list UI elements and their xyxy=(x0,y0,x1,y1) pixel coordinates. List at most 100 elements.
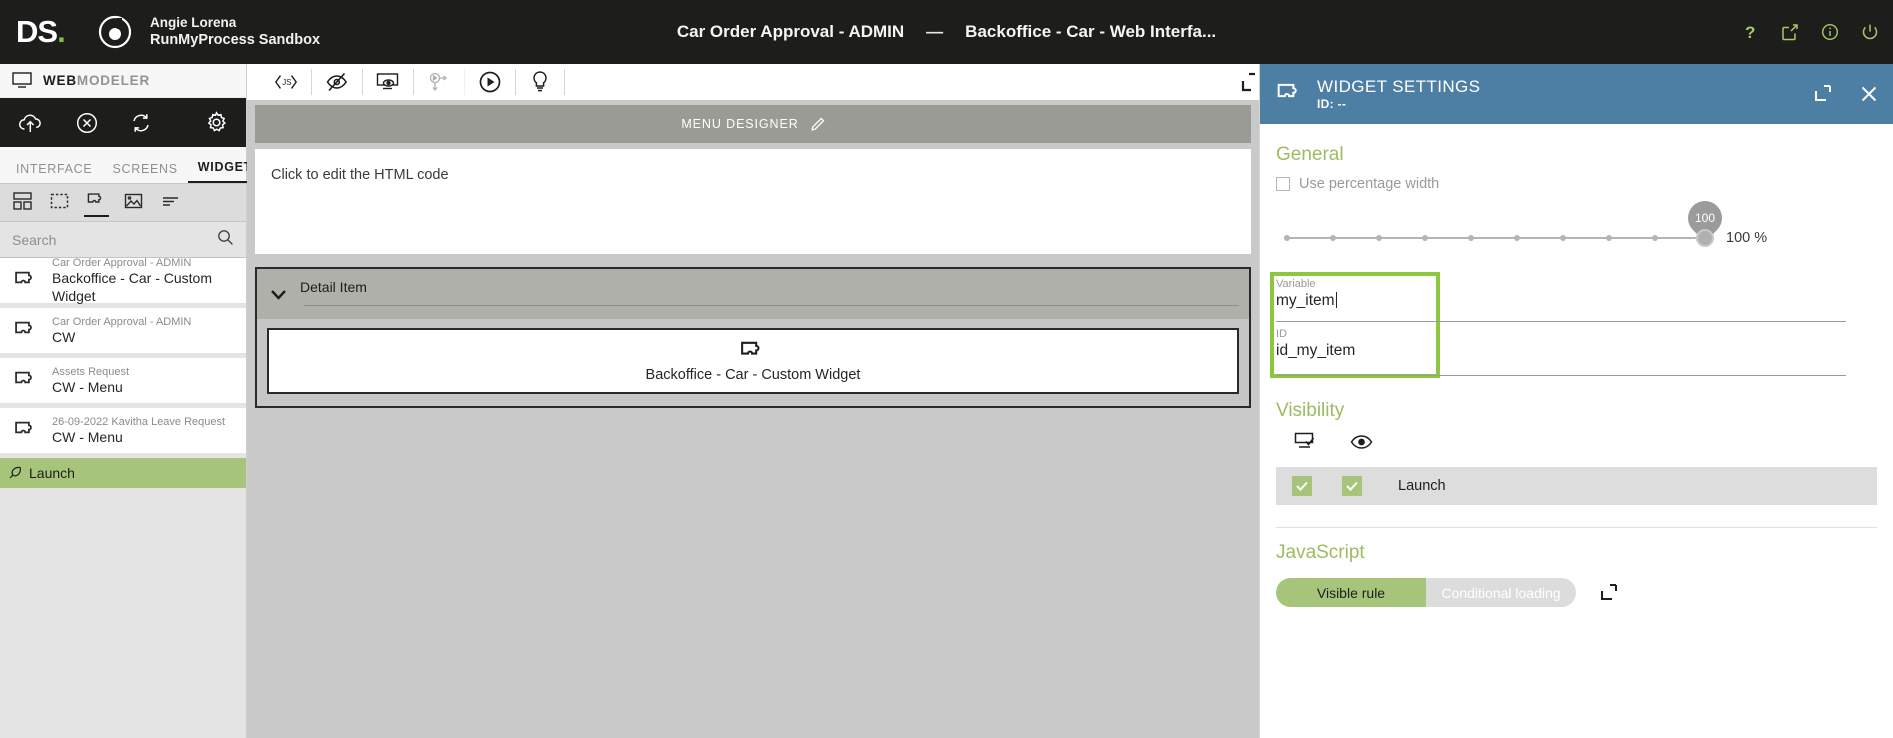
slider-tooltip-value: 100 xyxy=(1694,211,1716,225)
tab-screens[interactable]: SCREENS xyxy=(102,162,187,183)
slider-tick xyxy=(1652,235,1658,241)
launch-bar[interactable]: Launch xyxy=(0,458,246,488)
widget-type-filters xyxy=(0,184,246,222)
list-item[interactable]: Car Order Approval - ADMIN CW xyxy=(0,308,246,353)
list-item-name: CW xyxy=(52,328,76,345)
list-item[interactable]: Car Order Approval - ADMIN Backoffice - … xyxy=(0,256,246,304)
widget-settings-body: General Use percentage width 100 100 % V… xyxy=(1260,124,1893,607)
publish-cloud-icon[interactable] xyxy=(18,112,44,134)
hidden-eye-slash-icon[interactable] xyxy=(312,69,363,95)
info-icon[interactable] xyxy=(1821,23,1839,41)
expand-corner-icon[interactable] xyxy=(1229,68,1259,101)
left-panel: WEBMODELER INTERFACE SCREENS WIDGETS Sea… xyxy=(0,64,272,738)
lightbulb-hint-icon[interactable] xyxy=(516,69,565,95)
javascript-section: JavaScript Visible rule Conditional load… xyxy=(1276,527,1877,607)
list-item-project: Car Order Approval - ADMIN xyxy=(52,256,192,269)
designer-toolbar: JS xyxy=(247,64,1259,100)
list-lines-icon[interactable] xyxy=(158,190,183,216)
tab-interface[interactable]: INTERFACE xyxy=(6,162,102,183)
list-item[interactable]: 26-09-2022 Kavitha Leave Request CW - Me… xyxy=(0,408,246,453)
panel-title: WIDGET SETTINGS xyxy=(1317,76,1481,96)
app-name-bold: WEB xyxy=(43,73,77,88)
list-item-project: Assets Request xyxy=(52,365,130,378)
variable-underline xyxy=(1276,321,1846,322)
ds-logo-text: DS xyxy=(16,14,58,49)
external-link-icon[interactable] xyxy=(1781,23,1799,41)
expand-corner-icon[interactable] xyxy=(1598,583,1618,603)
app-name-light: MODELER xyxy=(76,73,151,88)
detail-item-underline xyxy=(304,305,1239,306)
variable-id-fields: Variable my_item ID id_my_item xyxy=(1270,272,1877,378)
puzzle-widget-icon xyxy=(14,420,38,441)
chevron-down-icon[interactable] xyxy=(269,287,288,302)
visibility-row-label: Launch xyxy=(1398,478,1446,494)
panel-widget-id: ID: -- xyxy=(1317,96,1347,111)
list-item[interactable]: Assets Request CW - Menu xyxy=(0,358,246,403)
run-play-icon[interactable] xyxy=(465,69,516,95)
user-workspace: Angie Lorena RunMyProcess Sandbox xyxy=(150,15,320,50)
widget-list: Car Order Approval - ADMIN Backoffice - … xyxy=(0,256,246,453)
visibility-column-icons xyxy=(1294,432,1877,457)
widget-settings-panel: WIDGET SETTINGS ID: -- General Use perce… xyxy=(1259,64,1893,738)
variable-value: my_item xyxy=(1276,292,1335,309)
list-item-project: 26-09-2022 Kavitha Leave Request xyxy=(52,415,226,428)
screen-preview-icon[interactable] xyxy=(363,69,414,95)
width-slider-row: 100 100 % xyxy=(1276,193,1877,260)
top-bar-actions: ? xyxy=(1742,0,1879,64)
js-code-icon[interactable]: JS xyxy=(261,69,312,95)
pencil-icon[interactable] xyxy=(810,117,825,132)
dashed-container-icon[interactable] xyxy=(47,190,72,216)
custom-widget-placeholder[interactable]: Backoffice - Car - Custom Widget xyxy=(267,328,1239,394)
app-name: WEBMODELER xyxy=(43,73,150,88)
ring-target-icon xyxy=(96,13,134,51)
cancel-circle-icon[interactable] xyxy=(76,112,98,134)
expand-corner-icon[interactable] xyxy=(1811,83,1833,105)
detail-item-header[interactable]: Detail Item xyxy=(257,269,1249,319)
project-tools xyxy=(0,98,246,147)
search-icon[interactable] xyxy=(217,229,234,251)
visible-rule-tab[interactable]: Visible rule xyxy=(1276,578,1426,607)
refresh-icon[interactable] xyxy=(130,112,152,134)
puzzle-widget-icon xyxy=(14,320,38,341)
puzzle-widget-icon[interactable] xyxy=(84,189,109,217)
search-input[interactable] xyxy=(12,231,217,248)
puzzle-widget-icon xyxy=(14,270,38,291)
power-icon[interactable] xyxy=(1861,23,1879,41)
puzzle-widget-icon xyxy=(14,370,38,391)
id-field[interactable]: ID id_my_item xyxy=(1276,328,1846,376)
html-code-placeholder[interactable]: Click to edit the HTML code xyxy=(255,149,1251,254)
slider-tick xyxy=(1514,235,1520,241)
width-slider-track[interactable]: 100 xyxy=(1284,193,1730,247)
ds-logo[interactable]: DS. xyxy=(16,14,88,50)
list-item-name: Backoffice - Car - Custom Widget xyxy=(52,269,213,304)
design-canvas: MENU DESIGNER Click to edit the HTML cod… xyxy=(247,100,1259,738)
top-bar: DS. Angie Lorena RunMyProcess Sandbox Ca… xyxy=(0,0,1893,64)
webmodeler-header: WEBMODELER xyxy=(0,64,246,98)
launch-label: Launch xyxy=(29,465,75,481)
menu-designer-header[interactable]: MENU DESIGNER xyxy=(255,105,1251,143)
image-icon[interactable] xyxy=(121,190,146,216)
screen-visible-checkbox[interactable] xyxy=(1292,476,1312,496)
width-percent-value: 100 % xyxy=(1726,230,1768,246)
width-slider-knob[interactable] xyxy=(1696,229,1714,247)
eye-visible-checkbox[interactable] xyxy=(1342,476,1362,496)
user-name: Angie Lorena xyxy=(150,14,237,30)
conditional-loading-tab[interactable]: Conditional loading xyxy=(1426,578,1576,607)
variable-field[interactable]: Variable my_item xyxy=(1276,278,1846,324)
document-subtitle[interactable]: Backoffice - Car - Web Interfa... xyxy=(965,22,1216,41)
title-separator: — xyxy=(926,22,944,41)
slider-tick xyxy=(1422,235,1428,241)
visibility-row-launch: Launch xyxy=(1276,467,1877,505)
gear-icon[interactable] xyxy=(205,111,228,134)
help-icon[interactable]: ? xyxy=(1742,23,1759,42)
use-percentage-width-checkbox[interactable] xyxy=(1276,177,1290,191)
menu-designer-label: MENU DESIGNER xyxy=(681,117,799,131)
id-value: id_my_item xyxy=(1276,342,1356,359)
variable-label: Variable xyxy=(1276,278,1316,290)
slider-tick xyxy=(1376,235,1382,241)
process-flow-icon[interactable] xyxy=(414,69,465,95)
layout-grid-icon[interactable] xyxy=(10,190,35,216)
close-icon[interactable] xyxy=(1859,84,1879,104)
workspace-name: RunMyProcess Sandbox xyxy=(150,32,321,49)
widget-settings-header: WIDGET SETTINGS ID: -- xyxy=(1260,64,1893,124)
